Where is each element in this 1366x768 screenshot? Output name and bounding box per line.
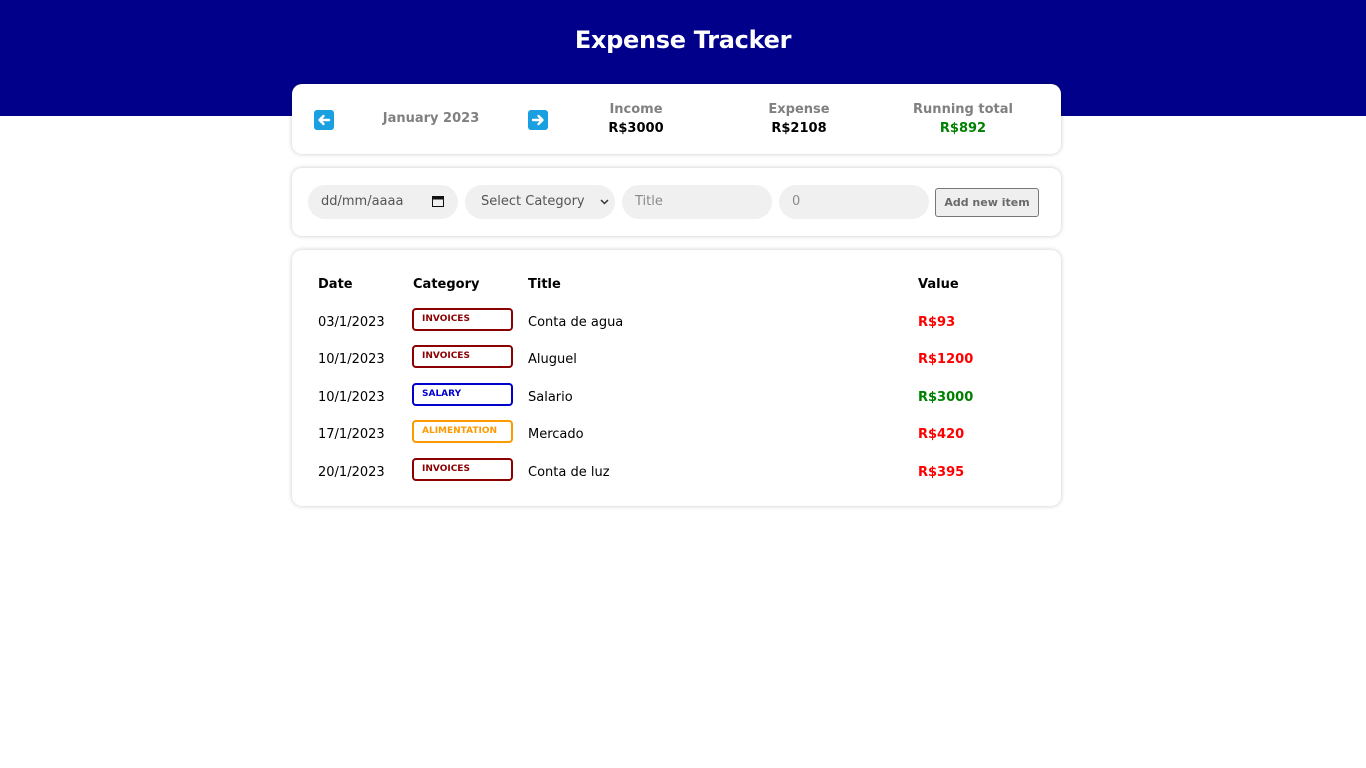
app-title: Expense Tracker [574, 26, 792, 54]
calendar-icon[interactable] [432, 196, 444, 207]
row-title: Conta de luz [528, 465, 610, 480]
row-value: R$3000 [918, 390, 974, 405]
table-row: 03/1/2023 INVOICES Conta de agua R$93 [292, 308, 1061, 344]
row-date: 10/1/2023 [318, 352, 385, 367]
chevron-down-icon [600, 199, 609, 205]
transactions-table: Date Category Title Value 03/1/2023 INVO… [292, 250, 1061, 506]
prev-month-button[interactable] [314, 110, 334, 130]
row-value: R$93 [918, 315, 956, 330]
row-title: Salario [528, 390, 573, 405]
row-title: Aluguel [528, 352, 577, 367]
add-new-item-button[interactable]: Add new item [935, 188, 1039, 217]
table-row: 10/1/2023 INVOICES Aluguel R$1200 [292, 345, 1061, 381]
header-category: Category [413, 277, 480, 292]
category-badge: SALARY [412, 383, 513, 406]
row-title: Conta de agua [528, 315, 624, 330]
row-date: 17/1/2023 [318, 427, 385, 442]
table-row: 17/1/2023 ALIMENTATION Mercado R$420 [292, 420, 1061, 456]
running-total-stat: Running total R$892 [883, 102, 1043, 136]
date-input[interactable]: dd/mm/aaaa [308, 185, 458, 219]
value-placeholder: 0 [792, 194, 801, 209]
running-total-label: Running total [913, 102, 1013, 117]
table-row: 10/1/2023 SALARY Salario R$3000 [292, 383, 1061, 419]
income-label: Income [609, 102, 663, 117]
title-input[interactable]: Title [622, 185, 772, 219]
category-select[interactable]: Select Category [465, 185, 615, 219]
arrow-left-icon [318, 114, 331, 126]
expense-value: R$2108 [771, 121, 827, 136]
category-badge: ALIMENTATION [412, 420, 513, 443]
arrow-right-icon [531, 114, 544, 126]
category-badge: INVOICES [412, 345, 513, 368]
value-input[interactable]: 0 [779, 185, 929, 219]
expense-label: Expense [768, 102, 830, 117]
row-date: 03/1/2023 [318, 315, 385, 330]
income-stat: Income R$3000 [556, 102, 716, 136]
date-placeholder: dd/mm/aaaa [321, 194, 404, 209]
header-title: Title [528, 277, 561, 292]
category-select-value: Select Category [481, 194, 585, 209]
summary-card: January 2023 Income R$3000 Expense R$210… [292, 84, 1061, 154]
category-badge: INVOICES [412, 308, 513, 331]
row-value: R$1200 [918, 352, 974, 367]
row-date: 20/1/2023 [318, 465, 385, 480]
running-total-value: R$892 [939, 121, 987, 136]
current-month: January 2023 [382, 111, 480, 126]
row-date: 10/1/2023 [318, 390, 385, 405]
header-value: Value [918, 277, 959, 292]
expense-stat: Expense R$2108 [719, 102, 879, 136]
header-date: Date [318, 277, 353, 292]
row-value: R$420 [918, 427, 965, 442]
next-month-button[interactable] [528, 110, 548, 130]
income-value: R$3000 [608, 121, 664, 136]
category-badge: INVOICES [412, 458, 513, 481]
add-item-form: dd/mm/aaaa Select Category Title 0 Add n… [292, 168, 1061, 236]
row-value: R$395 [918, 465, 965, 480]
table-row: 20/1/2023 INVOICES Conta de luz R$395 [292, 458, 1061, 494]
title-placeholder: Title [635, 194, 663, 209]
row-title: Mercado [528, 427, 584, 442]
